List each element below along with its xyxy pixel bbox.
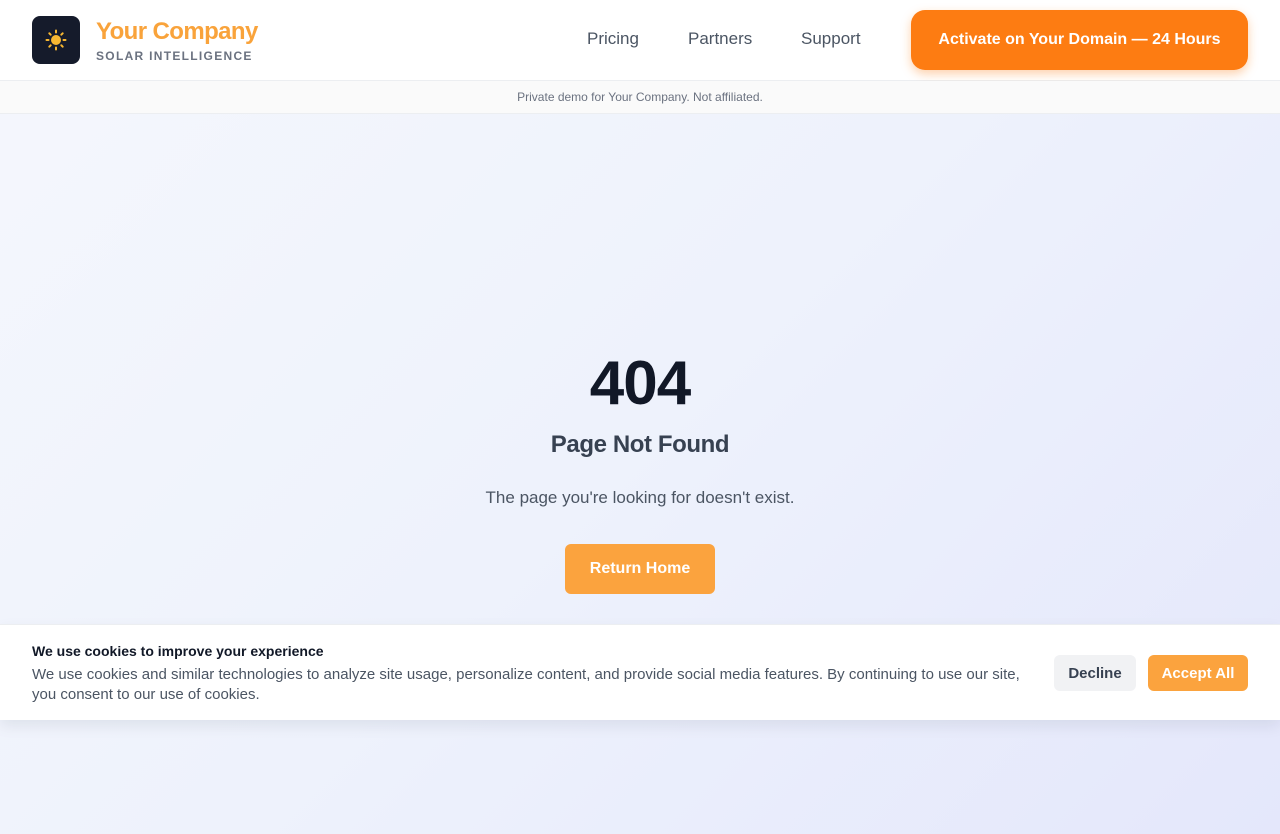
cookie-text: We use cookies and similar technologies …: [32, 666, 1020, 703]
nav-pricing[interactable]: Pricing: [587, 29, 639, 49]
decline-button[interactable]: Decline: [1054, 655, 1136, 691]
brand-tagline: SOLAR INTELLIGENCE: [96, 49, 253, 63]
error-message: The page you're looking for doesn't exis…: [485, 488, 795, 507]
return-home-button[interactable]: Return Home: [565, 544, 715, 594]
nav-support[interactable]: Support: [801, 29, 861, 49]
sun-icon: [45, 29, 67, 51]
nav-partners[interactable]: Partners: [688, 29, 752, 49]
accept-all-button[interactable]: Accept All: [1148, 655, 1248, 691]
error-title: Page Not Found: [550, 431, 730, 458]
cookie-banner: We use cookies to improve your experienc…: [0, 624, 1280, 720]
site-header: Your Company SOLAR INTELLIGENCE Pricing …: [0, 0, 1280, 81]
activate-cta-button[interactable]: Activate on Your Domain — 24 Hours: [911, 10, 1248, 70]
brand-name[interactable]: Your Company: [96, 17, 258, 47]
logo[interactable]: [32, 16, 80, 64]
error-code: 404: [589, 349, 691, 418]
disclaimer-bar: Private demo for Your Company. Not affil…: [0, 81, 1280, 114]
cookie-title: We use cookies to improve your experienc…: [32, 643, 324, 659]
